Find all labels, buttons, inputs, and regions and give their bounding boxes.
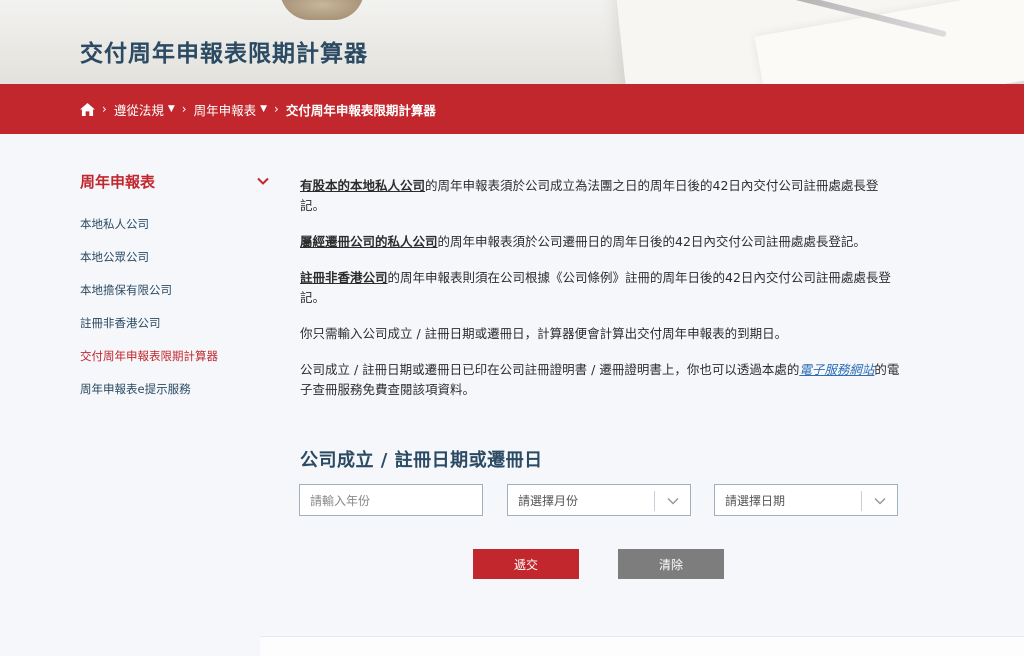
hero-banner: 交付周年申報表限期計算器 [0, 0, 1024, 84]
link-redomiciled-company[interactable]: 屬經遷冊公司的私人公司 [300, 234, 438, 249]
link-local-private-company[interactable]: 有股本的本地私人公司 [300, 178, 425, 193]
caret-down-icon: ▼ [260, 104, 267, 114]
breadcrumb-item-annual-return[interactable]: 周年申報表 ▼ [194, 100, 267, 119]
day-select[interactable]: 請選擇日期 [714, 484, 898, 516]
breadcrumb-current: 交付周年申報表限期計算器 [285, 102, 436, 118]
breadcrumb-home[interactable] [80, 102, 95, 116]
paragraph-text: 公司成立 / 註冊日期或遷冊日已印在公司註冊證明書 / 遷冊證明書上，你也可以透… [300, 362, 800, 377]
sidebar-menu: 本地私人公司 本地公眾公司 本地擔保有限公司 註冊非香港公司 交付周年申報表限期… [80, 208, 270, 406]
breadcrumb-separator-icon: › [181, 102, 187, 116]
link-non-hk-company[interactable]: 註冊非香港公司 [300, 270, 388, 285]
clear-button[interactable]: 清除 [618, 549, 724, 579]
paragraph-text: 的周年申報表則須在公司根據《公司條例》註冊的周年日後的42日內交付公司註冊處處長… [300, 270, 891, 305]
footer-strip [260, 636, 1024, 656]
main-content: 有股本的本地私人公司的周年申報表須於公司成立為法團之日的周年日後的42日內交付公… [300, 176, 900, 416]
form-title: 公司成立 / 註冊日期或遷冊日 [300, 450, 543, 471]
paragraph-where-to-find: 公司成立 / 註冊日期或遷冊日已印在公司註冊證明書 / 遷冊證明書上，你也可以透… [300, 360, 900, 400]
caret-down-icon: ▼ [167, 104, 175, 114]
submit-button[interactable]: 遞交 [473, 549, 579, 579]
paragraph-text: 的周年申報表須於公司遷冊日的周年日後的42日內交付公司註冊處處長登記。 [437, 234, 866, 249]
month-select[interactable]: 請選擇月份 [507, 484, 691, 516]
sidebar-item-calculator[interactable]: 交付周年申報表限期計算器 [80, 340, 270, 373]
breadcrumb-item-label: 遵從法規 [113, 102, 164, 118]
hero-decoration [280, 0, 364, 20]
chevron-down-icon [667, 498, 678, 505]
home-icon [80, 102, 95, 116]
sidebar-item-local-guarantee[interactable]: 本地擔保有限公司 [80, 274, 270, 307]
chevron-down-icon [874, 498, 885, 505]
paragraph-redomiciled: 屬經遷冊公司的私人公司的周年申報表須於公司遷冊日的周年日後的42日內交付公司註冊… [300, 232, 900, 252]
breadcrumb-separator-icon: › [274, 102, 279, 116]
breadcrumb-separator-icon: › [102, 102, 107, 116]
sidebar-item-non-hk[interactable]: 註冊非香港公司 [80, 307, 270, 340]
sidebar-header[interactable]: 周年申報表 [80, 168, 270, 194]
sidebar-title: 周年申報表 [80, 172, 156, 191]
year-input-placeholder: 請輸入年份 [310, 493, 371, 508]
sidebar: 周年申報表 本地私人公司 本地公眾公司 本地擔保有限公司 註冊非香港公司 交付周… [80, 168, 270, 406]
day-select-value: 請選擇日期 [725, 493, 786, 508]
breadcrumb-item-compliance[interactable]: 遵從法規 ▼ [114, 100, 175, 119]
dropdown-toggle[interactable] [654, 491, 690, 511]
year-input[interactable]: 請輸入年份 [299, 484, 483, 516]
sidebar-item-local-public[interactable]: 本地公眾公司 [80, 241, 270, 274]
paragraph-instruction: 你只需輸入公司成立 / 註冊日期或遷冊日，計算器便會計算出交付周年申報表的到期日… [300, 326, 788, 341]
sidebar-item-local-private[interactable]: 本地私人公司 [80, 208, 270, 241]
chevron-down-icon[interactable] [256, 174, 270, 188]
paragraph-non-hk: 註冊非香港公司的周年申報表則須在公司根據《公司條例》註冊的周年日後的42日內交付… [300, 268, 900, 308]
link-e-services-portal[interactable]: 電子服務網站 [799, 362, 874, 377]
page-title: 交付周年申報表限期計算器 [80, 41, 368, 67]
month-select-value: 請選擇月份 [518, 493, 579, 508]
breadcrumb: › 遵從法規 ▼ › 周年申報表 ▼ › 交付周年申報表限期計算器 [0, 84, 1024, 134]
paragraph-private: 有股本的本地私人公司的周年申報表須於公司成立為法團之日的周年日後的42日內交付公… [300, 176, 900, 216]
breadcrumb-item-label: 周年申報表 [193, 102, 257, 118]
dropdown-toggle[interactable] [861, 491, 897, 511]
sidebar-item-e-reminder[interactable]: 周年申報表e提示服務 [80, 373, 270, 406]
